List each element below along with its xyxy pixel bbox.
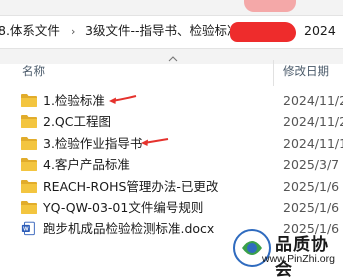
folder-icon [21, 137, 37, 150]
file-name: YQ-QW-03-01文件编号规则 [43, 200, 204, 215]
file-row[interactable]: 4.客户产品标准 2025/3/7 1 [0, 153, 343, 177]
column-header-name[interactable]: 名称 [22, 64, 45, 78]
folder-icon [21, 115, 37, 128]
file-name: 1.检验标准 [43, 93, 105, 108]
file-date: 2025/1/6 1 [283, 200, 343, 215]
word-document-icon: W [21, 221, 35, 236]
column-header-date[interactable]: 修改日期 [283, 64, 329, 78]
redaction-mark [244, 0, 296, 12]
file-name: 4.客户产品标准 [43, 157, 130, 172]
breadcrumb-item-level3-files[interactable]: 3级文件--指导书、检验标准 [85, 19, 239, 43]
breadcrumb-separator[interactable]: › [71, 20, 75, 44]
breadcrumb-item-system-files[interactable]: 8.体系文件 [0, 19, 60, 43]
folder-icon [21, 201, 37, 214]
file-date: 2025/1/6 1 [283, 179, 343, 194]
watermark-url: www.PinZhi.org [262, 253, 335, 265]
watermark-logo: 品质协会 www.PinZhi.org [232, 228, 343, 280]
file-date: 2024/11/2 [283, 93, 343, 108]
annotation-arrow-icon [141, 138, 169, 146]
annotation-arrow-icon [109, 95, 137, 104]
svg-text:W: W [23, 227, 29, 233]
file-name: REACH-ROHS管理办法-已更改 [43, 179, 219, 194]
redaction-mark [230, 22, 296, 42]
folder-icon [21, 158, 37, 171]
column-header: 名称 修改日期 [0, 64, 343, 82]
file-date: 2024/11/2 [283, 114, 343, 129]
file-date: 2024/11/1 [283, 136, 343, 151]
file-date: 2025/3/7 1 [283, 157, 343, 172]
folder-icon [21, 94, 37, 107]
file-name: 3.检验作业指导书 [43, 136, 143, 151]
file-name: 2.QC工程图 [43, 114, 111, 129]
folder-icon [21, 180, 37, 193]
file-row[interactable]: 2.QC工程图 2024/11/2 [0, 110, 343, 134]
file-name: 跑步机成品检验检测标准.docx [43, 221, 215, 236]
breadcrumb-item-2024[interactable]: 2024 [304, 19, 336, 43]
